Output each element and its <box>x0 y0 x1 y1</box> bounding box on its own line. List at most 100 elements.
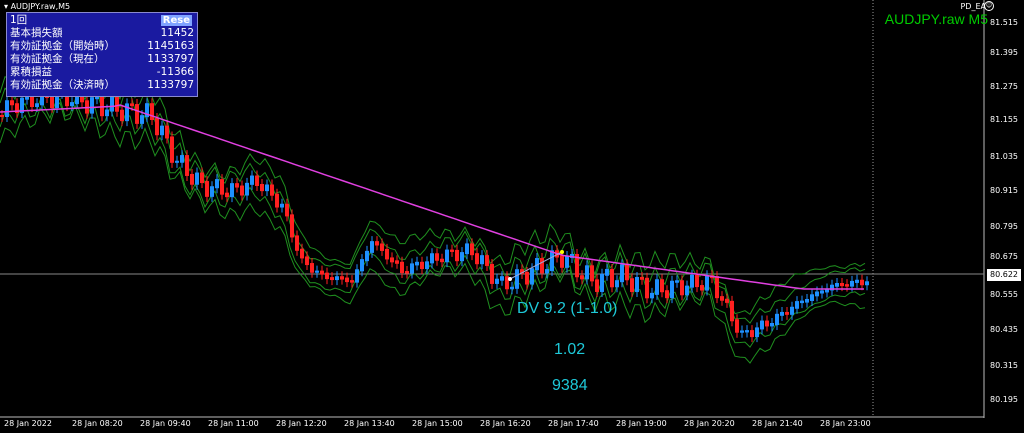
candle-body <box>285 203 289 217</box>
candle-body <box>580 275 584 280</box>
candle-body <box>105 109 109 117</box>
panel-header-label: 1回 <box>10 14 28 26</box>
candle-body <box>820 290 824 294</box>
candle-body <box>860 279 864 286</box>
candle-body <box>550 250 554 272</box>
candle-body <box>200 172 204 184</box>
ea-name-label: PD_EA <box>960 2 986 11</box>
candle-body <box>590 265 594 282</box>
panel-row-equity-settle: 有効証拠金（決済時） 1133797 <box>10 79 194 91</box>
bollinger-upper-band <box>0 59 866 316</box>
candle-body <box>480 255 484 265</box>
candle-body <box>730 300 734 322</box>
candle-body <box>655 279 659 295</box>
current-price-tag: 80.622 <box>987 269 1021 281</box>
bollinger-inner-lower-band <box>0 97 866 348</box>
price-axis-label: 81.035 <box>990 152 1018 161</box>
candle-body <box>250 175 254 185</box>
panel-row-cumulative-pl: 累積損益 -11366 <box>10 66 194 78</box>
candle-body <box>510 286 514 290</box>
candle-body <box>195 172 199 185</box>
candle-body <box>165 125 169 139</box>
price-axis-label: 80.315 <box>990 361 1018 370</box>
candle-body <box>240 185 244 196</box>
candle-body <box>125 103 129 122</box>
candle-body <box>495 278 499 284</box>
candle-body <box>210 186 214 197</box>
candle-body <box>465 243 469 255</box>
candle-body <box>455 249 459 262</box>
panel-row-equity-start: 有効証拠金（開始時） 1145163 <box>10 40 194 52</box>
candle-body <box>865 281 869 286</box>
panel-row-value: -11366 <box>156 66 194 78</box>
price-axis-label: 80.675 <box>990 252 1018 261</box>
time-axis-label: 28 Jan 19:00 <box>616 419 667 428</box>
candle-body <box>170 136 174 163</box>
dv-indicator-text: DV 9.2 (1-1.0) <box>517 300 618 317</box>
candle-body <box>740 330 744 333</box>
window-menu-icon[interactable]: ▾ <box>4 2 8 11</box>
time-axis-label: 28 Jan 09:40 <box>140 419 191 428</box>
time-axis-label: 28 Jan 08:20 <box>72 419 123 428</box>
ea-info-panel: 1回 Rese 基本損失額 11452 有効証拠金（開始時） 1145163 有… <box>6 12 198 97</box>
candle-body <box>780 311 784 316</box>
candle-body <box>835 283 839 287</box>
candle-body <box>400 261 404 274</box>
chart-title: ▾ AUDJPY.raw,M5 <box>4 2 70 11</box>
panel-row-base-loss: 基本損失額 11452 <box>10 27 194 39</box>
candle-body <box>760 320 764 330</box>
candle-body <box>750 330 754 338</box>
time-axis-label: 28 Jan 23:00 <box>820 419 871 428</box>
candle-body <box>685 285 689 296</box>
candle-body <box>300 248 304 259</box>
time-axis-label: 28 Jan 11:00 <box>208 419 259 428</box>
candle-body <box>390 257 394 263</box>
candle-body <box>435 253 439 261</box>
reset-button[interactable]: Rese <box>160 15 192 26</box>
time-axis-label: 28 Jan 15:00 <box>412 419 463 428</box>
candle-body <box>790 306 794 315</box>
time-axis-label: 28 Jan 20:20 <box>684 419 735 428</box>
candle-body <box>515 269 519 289</box>
candle-body <box>695 274 699 288</box>
candle-body <box>745 330 749 333</box>
candle-body <box>715 276 719 299</box>
candle-body <box>350 280 354 283</box>
candle-body <box>440 258 444 263</box>
candle-body <box>10 100 14 106</box>
candle-body <box>140 115 144 124</box>
candle-body <box>500 276 504 281</box>
candle-body <box>190 173 194 185</box>
candle-body <box>370 241 374 253</box>
candle-body <box>430 253 434 264</box>
candle-body <box>815 291 819 297</box>
candle-body <box>345 277 349 283</box>
candle-body <box>325 272 329 280</box>
ea-smile-icon: ☺ <box>984 1 994 11</box>
candle-body <box>805 298 809 303</box>
candle-body <box>160 125 164 136</box>
panel-row-value: 1133797 <box>147 53 194 65</box>
candle-body <box>270 184 274 196</box>
candle-body <box>595 279 599 292</box>
candle-body <box>470 243 474 256</box>
candle-body <box>660 279 664 293</box>
candle-body <box>670 280 674 299</box>
candle-body <box>560 255 564 268</box>
candle-body <box>565 255 569 268</box>
candle-body <box>610 268 614 288</box>
bollinger-inner-upper-band <box>0 73 866 324</box>
price-axis-label: 81.515 <box>990 18 1018 27</box>
candle-body <box>120 109 124 122</box>
candle-body <box>755 327 759 338</box>
candle-body <box>800 300 804 304</box>
candle-body <box>850 280 854 287</box>
price-axis-label: 80.915 <box>990 186 1018 195</box>
candle-body <box>705 275 709 291</box>
candle-body <box>725 298 729 303</box>
candle-body <box>785 311 789 315</box>
candle-body <box>795 301 799 309</box>
candle-body <box>650 292 654 299</box>
candle-body <box>840 283 844 287</box>
candle-body <box>185 155 189 176</box>
